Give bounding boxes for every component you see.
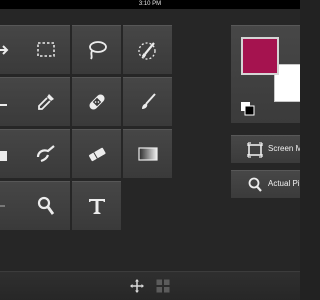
healing-bandage-icon: [88, 94, 105, 110]
arrow-icon: [0, 45, 9, 55]
bucket-icon: [0, 151, 7, 161]
color-well[interactable]: [231, 25, 300, 123]
foreground-color-swatch[interactable]: [241, 37, 279, 75]
move-icon[interactable]: [130, 279, 144, 293]
tool-zoom[interactable]: [21, 181, 70, 230]
tool-brush[interactable]: [123, 77, 172, 126]
tool-grid: [0, 25, 176, 234]
tool-smudge[interactable]: [21, 129, 70, 178]
actual-pixels-label: Actual Pi: [268, 179, 300, 188]
gradient-icon: [137, 147, 158, 161]
lasso-icon: [88, 41, 107, 60]
eraser-icon: [88, 147, 106, 162]
status-time: 3:10 PM: [138, 1, 162, 7]
hand-icon: [0, 205, 5, 207]
magic-brush-icon: [137, 42, 156, 60]
rect-marquee-icon: [36, 42, 55, 57]
text-icon: [88, 199, 105, 214]
app-root: 3:10 PM Screen M Actual Pi: [0, 0, 300, 300]
tool-rect-marquee[interactable]: [21, 25, 70, 74]
status-bar: 3:10 PM: [0, 0, 300, 9]
actual-pixels-button[interactable]: Actual Pi: [231, 170, 300, 198]
reset-colors-icon[interactable]: [241, 102, 255, 116]
grid-icon[interactable]: [156, 279, 170, 293]
tool-healing[interactable]: [72, 77, 121, 126]
tool-magic-brush[interactable]: [123, 25, 172, 74]
smudge-icon: [36, 145, 55, 163]
brush-icon: [141, 93, 156, 109]
tool-eraser[interactable]: [72, 129, 121, 178]
bottom-toolbar: [0, 271, 300, 300]
pen-icon: [0, 104, 7, 106]
eyedropper-icon: [37, 94, 54, 110]
tool-text[interactable]: [72, 181, 121, 230]
tool-lasso[interactable]: [72, 25, 121, 74]
magnifier-icon: [248, 177, 262, 192]
screen-mode-button[interactable]: Screen M: [231, 135, 300, 163]
screen-mode-label: Screen M: [268, 144, 300, 153]
tool-eyedropper[interactable]: [21, 77, 70, 126]
screen-mode-icon: [247, 142, 263, 158]
tool-gradient[interactable]: [123, 129, 172, 178]
zoom-icon: [37, 196, 54, 215]
